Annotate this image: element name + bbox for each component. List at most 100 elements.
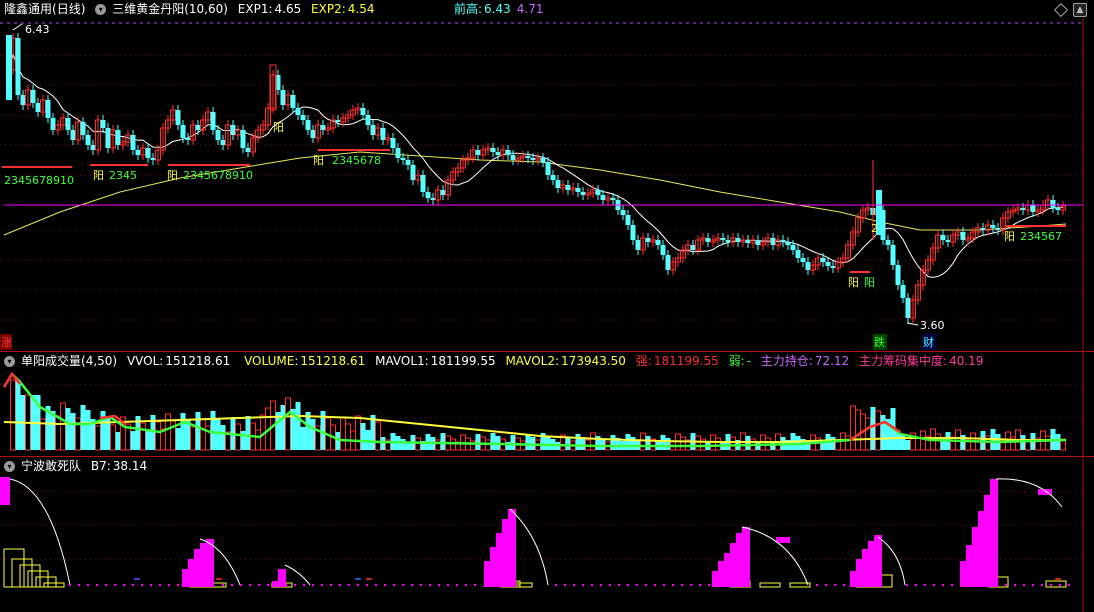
- candle-body-down: [370, 125, 376, 135]
- baseline-dot: [572, 583, 576, 587]
- candle-body-down: [555, 180, 561, 188]
- candle-body-down: [625, 215, 631, 225]
- candle-body-down: [945, 240, 951, 242]
- volume-bar: [665, 438, 671, 450]
- baseline-dot: [950, 583, 954, 587]
- baseline-dot: [680, 583, 684, 587]
- magenta-step: [742, 527, 750, 587]
- candle-body-down: [505, 150, 511, 155]
- baseline-dot: [230, 583, 234, 587]
- volume-bar: [285, 397, 291, 451]
- price-pane[interactable]: 隆鑫通用(日线) ▾ 三维黄金丹阳(10,60) EXP1: 4.65 EXP2: 4…: [0, 0, 1094, 351]
- high-marker-line: [12, 23, 23, 31]
- candle-body-down: [245, 148, 251, 152]
- yellow-block: [19, 564, 41, 588]
- volume-bar: [975, 437, 981, 451]
- candle-body-down: [780, 240, 786, 242]
- signal-label: 2345678: [332, 154, 381, 167]
- candle-body-down: [175, 110, 181, 125]
- baseline-dot: [428, 583, 432, 587]
- baseline-dot: [104, 583, 108, 587]
- candle-body-down: [665, 255, 671, 270]
- candle-body-down: [145, 148, 151, 158]
- signal-label: 阳: [848, 276, 859, 289]
- baseline-dot: [941, 583, 945, 587]
- baseline-dot: [401, 583, 405, 587]
- baseline-dot: [1022, 583, 1026, 587]
- baseline-dot: [131, 583, 135, 587]
- magenta-step: [278, 569, 286, 587]
- baseline-dot: [446, 583, 450, 587]
- volume-bar: [70, 413, 76, 450]
- candle-body-down: [745, 240, 751, 243]
- volume-bar: [380, 437, 386, 450]
- volume-bar: [295, 402, 301, 450]
- volume-bar: [300, 427, 306, 450]
- volume-bar: [640, 432, 646, 451]
- volume-bar: [400, 439, 406, 450]
- baseline-dot: [1058, 583, 1062, 587]
- candle-body-down: [720, 238, 726, 240]
- candle-body-down: [80, 122, 86, 135]
- magenta-step: [0, 477, 10, 505]
- candle-body-down: [65, 118, 71, 130]
- candle-body-down: [900, 285, 906, 298]
- candle-body-down: [45, 100, 51, 118]
- volume-bar: [180, 413, 186, 450]
- baseline-dot: [923, 583, 927, 587]
- baseline-dot: [86, 583, 90, 587]
- baseline-dot: [653, 583, 657, 587]
- ma-long-line: [3, 151, 1067, 236]
- volume-bar: [715, 437, 721, 451]
- baseline-dot: [158, 583, 162, 587]
- ma-short-path: [7, 52, 1064, 278]
- high-marker: 6.43: [25, 23, 50, 36]
- baseline-dot: [815, 583, 819, 587]
- white-curve: [9, 478, 1063, 586]
- baseline-dot: [905, 583, 909, 587]
- candle-body-down: [290, 95, 296, 108]
- baseline-dot: [311, 583, 315, 587]
- baseline-dot: [68, 583, 72, 587]
- candle-body-down: [885, 240, 891, 245]
- baseline-dot: [293, 583, 297, 587]
- baseline-dot: [356, 583, 360, 587]
- candle-body-down: [620, 210, 626, 215]
- baseline-dot: [248, 583, 252, 587]
- volume-bar: [865, 417, 871, 451]
- baseline-dot: [662, 583, 666, 587]
- candle-body-down: [310, 130, 316, 138]
- yellow-block: [27, 570, 49, 588]
- signal-label: 阳: [1004, 230, 1015, 243]
- low-marker-line: [906, 322, 919, 326]
- candle-body-down: [100, 120, 106, 128]
- candle-body-down: [365, 115, 371, 125]
- volume-bar: [130, 431, 136, 450]
- baseline-dot: [824, 583, 828, 587]
- signal-label: 2: [871, 222, 878, 235]
- candle-body-down: [785, 242, 791, 245]
- candle-body-down: [995, 228, 1001, 230]
- candle-body-down: [295, 108, 301, 115]
- volume-bar: [700, 438, 706, 451]
- candle-body-down: [575, 188, 581, 192]
- volume-bar: [1045, 435, 1051, 451]
- candle-body-down: [790, 245, 796, 250]
- volume-pane[interactable]: ▾ 单阳成交量(4,50) VVOL: 151218.61 VOLUME: 15121…: [0, 352, 1094, 456]
- candle-body-down: [905, 298, 911, 318]
- candles: [6, 33, 1066, 323]
- baseline-dot: [383, 583, 387, 587]
- baseline-dot: [689, 583, 693, 587]
- yellow-block: [35, 576, 57, 588]
- baseline-dot: [1049, 583, 1053, 587]
- baseline-dot: [644, 583, 648, 587]
- die-label: 跌: [874, 335, 885, 349]
- candle-body-down: [490, 148, 496, 152]
- candle-body-down: [280, 90, 286, 105]
- yellow-block: [43, 582, 65, 588]
- candle-body-down: [425, 192, 431, 198]
- candle-body-down: [525, 156, 531, 158]
- dare-squad-pane[interactable]: ▾ 宁波敢死队 B7: 38.14: [0, 457, 1094, 612]
- baseline-dot: [698, 583, 702, 587]
- volume-bar: [435, 439, 441, 451]
